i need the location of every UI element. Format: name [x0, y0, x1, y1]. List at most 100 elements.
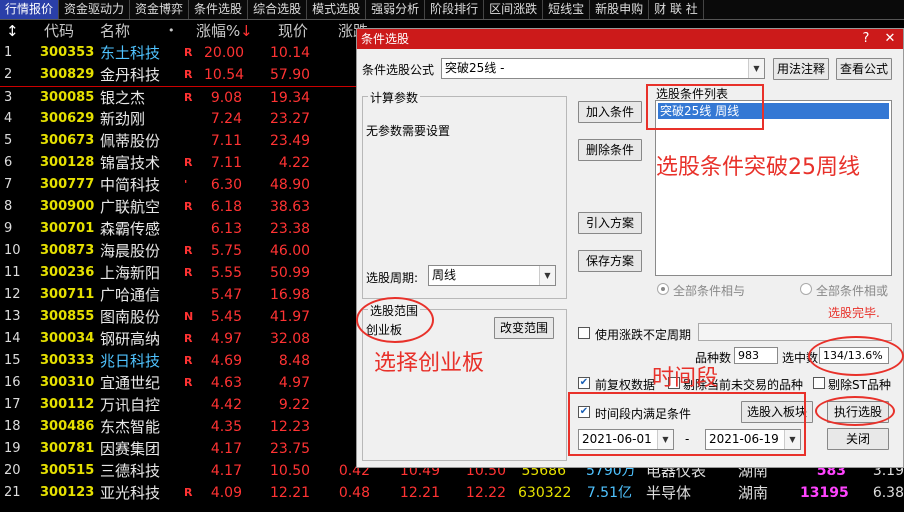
view-formula-button[interactable]: 查看公式 — [836, 58, 892, 80]
change-pct: 4.17 — [210, 441, 242, 457]
radio-and[interactable] — [657, 283, 669, 295]
stock-code: 300855 — [40, 309, 95, 324]
tab-strength[interactable]: 强弱分析 — [366, 0, 426, 19]
margin-flag: ' — [184, 178, 188, 191]
header-pct[interactable]: 涨幅% — [196, 20, 240, 42]
tab-short-line[interactable]: 短线宝 — [543, 0, 591, 19]
usage-note-button[interactable]: 用法注释 — [773, 58, 829, 80]
annotation-text-condition: 选股条件突破25周线 — [656, 155, 860, 180]
tab-combined-select[interactable]: 综合选股 — [248, 0, 308, 19]
price: 23.75 — [270, 441, 311, 457]
period-select[interactable]: 周线 ▼ — [428, 265, 556, 286]
price: 41.97 — [270, 309, 311, 325]
margin-flag: R — [184, 266, 193, 279]
row-index: 9 — [4, 221, 13, 236]
params-title: 计算参数 — [368, 89, 421, 106]
margin-flag: R — [184, 156, 193, 169]
price: 46.00 — [270, 243, 311, 259]
tab-pattern-select[interactable]: 模式选股 — [307, 0, 367, 19]
change-pct: 7.24 — [210, 111, 242, 127]
buy-price: 12.21 — [399, 485, 440, 501]
count-value: 983 — [734, 347, 778, 364]
price: 23.27 — [270, 111, 311, 127]
stock-name: 钢研高纳 — [100, 330, 161, 348]
dialog-title: 条件选股 — [361, 32, 410, 46]
stock-name: 佩蒂股份 — [100, 132, 161, 150]
margin-flag: R — [184, 200, 193, 213]
stock-name: 海晨股份 — [100, 242, 161, 260]
tab-stage-rank[interactable]: 阶段排行 — [425, 0, 485, 19]
delete-condition-button[interactable]: 删除条件 — [578, 139, 642, 161]
radio-or[interactable] — [800, 283, 812, 295]
stock-code: 300353 — [40, 45, 95, 60]
margin-flag: R — [184, 354, 193, 367]
price: 23.49 — [270, 133, 311, 149]
row-index: 2 — [4, 67, 13, 82]
stock-name: 新劲刚 — [100, 110, 146, 128]
adjust-checkbox[interactable]: ✔ — [578, 377, 590, 389]
exclude-st-checkbox[interactable] — [813, 377, 825, 389]
status-text: 选股完毕. — [828, 306, 880, 320]
price: 10.50 — [270, 463, 311, 479]
table-row[interactable]: 21 300123 亚光科技 R 4.09 12.21 0.48 12.21 12.22 6303… — [0, 482, 904, 504]
close-icon[interactable]: ✕ — [879, 30, 901, 48]
stock-code: 300711 — [40, 287, 95, 302]
uncertain-period-checkbox[interactable] — [578, 327, 590, 339]
stock-code: 300085 — [40, 90, 95, 105]
annotation-box-timerange — [568, 392, 806, 456]
tab-fund-game[interactable]: 资金博弈 — [130, 0, 190, 19]
change-pct: 4.09 — [210, 485, 242, 501]
tab-condition-select[interactable]: 条件选股 — [189, 0, 249, 19]
price: 16.98 — [270, 287, 311, 303]
stock-code: 300486 — [40, 419, 95, 434]
header-price[interactable]: 现价 — [278, 20, 308, 42]
stock-name: 锦富技术 — [100, 154, 161, 172]
value-r: 6.38 — [872, 485, 904, 501]
add-condition-button[interactable]: 加入条件 — [578, 101, 642, 123]
close-button[interactable]: 关闭 — [827, 428, 889, 450]
stock-code: 300781 — [40, 441, 95, 456]
turnover: 7.51亿 — [586, 485, 632, 501]
row-index: 14 — [4, 331, 21, 346]
row-index: 12 — [4, 287, 21, 302]
radio-or-label: 全部条件相或 — [816, 284, 889, 298]
tab-fund-drive[interactable]: 资金驱动力 — [59, 0, 131, 19]
header-code[interactable]: 代码 — [44, 20, 74, 42]
change-range-button[interactable]: 改变范围 — [494, 317, 554, 339]
stock-name: 三德科技 — [100, 462, 161, 480]
stock-name: 广联航空 — [100, 198, 161, 216]
change-pct: 4.17 — [210, 463, 242, 479]
tab-ipo[interactable]: 新股申购 — [590, 0, 650, 19]
row-index: 10 — [4, 243, 21, 258]
import-plan-button[interactable]: 引入方案 — [578, 212, 642, 234]
formula-select[interactable]: 突破25线 - ▼ — [441, 58, 765, 79]
annotation-box-condition — [646, 84, 764, 130]
stock-code: 300873 — [40, 243, 95, 258]
row-index: 15 — [4, 353, 21, 368]
dialog-titlebar[interactable]: 条件选股 ? ✕ — [357, 29, 903, 49]
change-pct: 7.11 — [210, 133, 242, 149]
stock-name: 上海新阳 — [100, 264, 161, 282]
row-index: 3 — [4, 90, 13, 105]
stock-name: 广哈通信 — [100, 286, 161, 304]
change-pct: 6.18 — [210, 199, 242, 215]
help-icon[interactable]: ? — [855, 30, 877, 48]
stock-name: 金丹科技 — [100, 66, 161, 84]
tab-range-change[interactable]: 区间涨跌 — [484, 0, 544, 19]
stock-code: 300333 — [40, 353, 95, 368]
price: 4.22 — [278, 155, 310, 171]
save-plan-button[interactable]: 保存方案 — [578, 250, 642, 272]
volume: 630322 — [518, 485, 572, 501]
row-index: 13 — [4, 309, 21, 324]
change-pct: 4.63 — [210, 375, 242, 391]
change-pct: 4.69 — [210, 353, 242, 369]
row-index: 6 — [4, 155, 13, 170]
change-pct: 20.00 — [204, 45, 245, 61]
annotation-ellipse-selected — [808, 336, 904, 376]
top-tab-bar: 行情报价 资金驱动力 资金博弈 条件选股 综合选股 模式选股 强弱分析 阶段排行… — [0, 0, 904, 20]
tab-quote[interactable]: 行情报价 — [0, 0, 60, 19]
price: 12.23 — [270, 419, 311, 435]
tab-news[interactable]: 财 联 社 — [649, 0, 704, 19]
price: 32.08 — [270, 331, 311, 347]
header-name[interactable]: 名称 — [100, 20, 130, 42]
